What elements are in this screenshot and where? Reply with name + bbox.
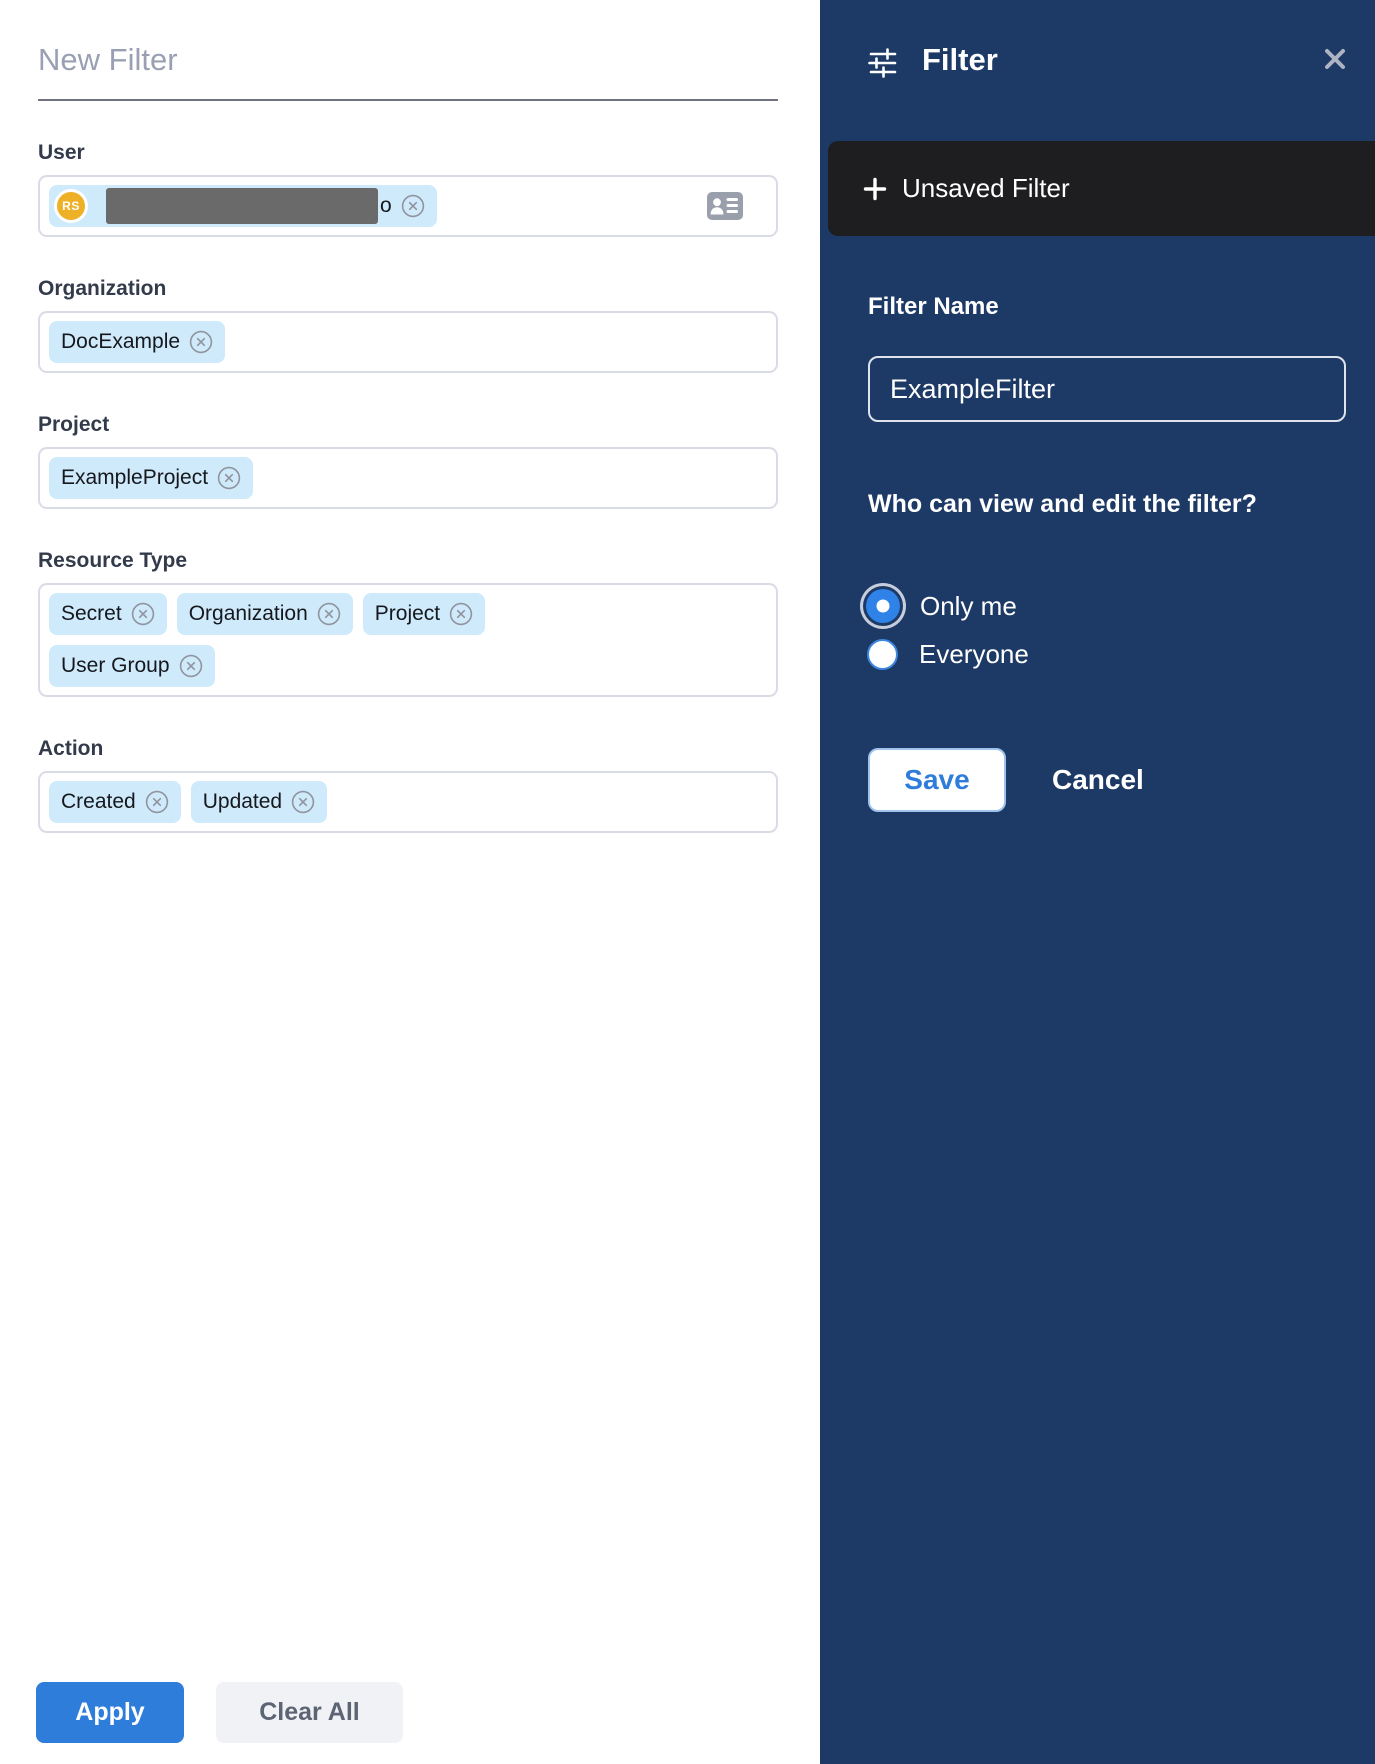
radio-everyone[interactable]: Everyone xyxy=(864,634,1029,674)
chip-label: ExampleProject xyxy=(61,466,208,490)
action-input[interactable]: Created Updated xyxy=(38,771,778,833)
filter-chip: Updated xyxy=(191,781,327,823)
chip-row: User Group xyxy=(49,645,767,687)
chip-row: Secret Organization Project xyxy=(49,593,767,635)
user-input[interactable]: RS P o xyxy=(38,175,778,237)
radio-only-me[interactable]: Only me xyxy=(864,586,1029,626)
filter-chip: DocExample xyxy=(49,321,225,363)
permission-radio-group: Only me Everyone xyxy=(864,586,1029,674)
radio-label: Only me xyxy=(920,591,1017,622)
chip-remove-icon[interactable] xyxy=(291,790,315,814)
chip-remove-icon[interactable] xyxy=(317,602,341,626)
chip-remove-icon[interactable] xyxy=(189,330,213,354)
user-name-suffix: o xyxy=(380,194,392,218)
filter-chip: Secret xyxy=(49,593,167,635)
radio-button-icon[interactable] xyxy=(867,639,898,670)
filter-sidebar: Filter Unsaved Filter Filter Name Who ca… xyxy=(820,0,1375,1764)
unsaved-filter-label: Unsaved Filter xyxy=(902,173,1070,204)
filter-chip: User Group xyxy=(49,645,215,687)
filter-chip: ExampleProject xyxy=(49,457,253,499)
avatar: RS xyxy=(54,189,88,223)
section-user: User RS P o xyxy=(38,141,778,237)
chip-row: RS P o xyxy=(49,185,767,227)
filter-chip: Organization xyxy=(177,593,353,635)
radio-button-icon[interactable] xyxy=(866,589,900,623)
user-chip-name: P o xyxy=(105,188,392,224)
chip-label: Created xyxy=(61,790,136,814)
chip-remove-icon[interactable] xyxy=(131,602,155,626)
chip-remove-icon[interactable] xyxy=(217,466,241,490)
chip-label: Project xyxy=(375,602,440,626)
chip-label: DocExample xyxy=(61,330,180,354)
filter-name-input[interactable] xyxy=(868,356,1346,422)
bottom-actions: Apply Clear All xyxy=(36,1682,403,1743)
save-button[interactable]: Save xyxy=(868,748,1006,812)
contact-card-icon[interactable] xyxy=(706,191,744,221)
organization-label: Organization xyxy=(38,277,778,301)
page-title: New Filter xyxy=(38,42,778,101)
new-filter-content: New Filter User RS P o xyxy=(0,0,820,833)
sidebar-title: Filter xyxy=(922,42,998,78)
chip-remove-icon[interactable] xyxy=(449,602,473,626)
chip-remove-icon[interactable] xyxy=(145,790,169,814)
organization-input[interactable]: DocExample xyxy=(38,311,778,373)
section-project: Project ExampleProject xyxy=(38,413,778,509)
resource-type-input[interactable]: Secret Organization Project User Group xyxy=(38,583,778,697)
project-input[interactable]: ExampleProject xyxy=(38,447,778,509)
redaction-bar xyxy=(106,188,378,224)
unsaved-filter-item[interactable]: Unsaved Filter xyxy=(828,141,1375,236)
section-resource-type: Resource Type Secret Organization Project U… xyxy=(38,549,778,697)
section-organization: Organization DocExample xyxy=(38,277,778,373)
clear-all-button[interactable]: Clear All xyxy=(216,1682,403,1743)
close-icon[interactable] xyxy=(1322,46,1348,72)
action-label: Action xyxy=(38,737,778,761)
filter-chip: Project xyxy=(363,593,485,635)
apply-button[interactable]: Apply xyxy=(36,1682,184,1743)
chip-label: Secret xyxy=(61,602,122,626)
user-chip: RS P o xyxy=(49,185,437,227)
filter-name-label: Filter Name xyxy=(868,293,999,321)
new-filter-panel: New Filter User RS P o xyxy=(0,0,820,1764)
chip-row: ExampleProject xyxy=(49,457,767,499)
chip-label: Updated xyxy=(203,790,282,814)
cancel-button[interactable]: Cancel xyxy=(1052,748,1144,812)
chip-row: Created Updated xyxy=(49,781,767,823)
project-label: Project xyxy=(38,413,778,437)
section-action: Action Created Updated xyxy=(38,737,778,833)
chip-label: Organization xyxy=(189,602,308,626)
radio-label: Everyone xyxy=(919,639,1029,670)
chip-label: User Group xyxy=(61,654,170,678)
chip-row: DocExample xyxy=(49,321,767,363)
chip-remove-icon[interactable] xyxy=(179,654,203,678)
plus-icon xyxy=(862,176,888,202)
user-label: User xyxy=(38,141,778,165)
chip-remove-icon[interactable] xyxy=(401,194,425,218)
resource-type-label: Resource Type xyxy=(38,549,778,573)
filter-chip: Created xyxy=(49,781,181,823)
sliders-icon xyxy=(866,46,900,80)
permission-question: Who can view and edit the filter? xyxy=(868,490,1257,519)
filter-screen: New Filter User RS P o xyxy=(0,0,1375,1764)
